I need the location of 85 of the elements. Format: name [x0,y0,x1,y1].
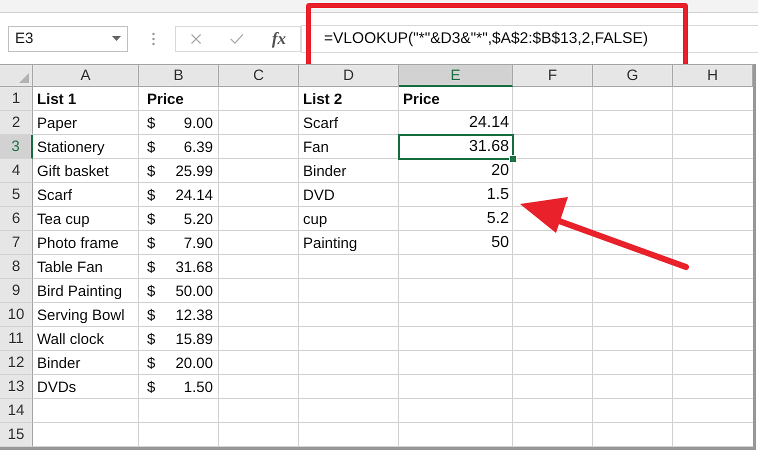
check-icon[interactable] [230,32,244,46]
cell-text: Fan [303,138,329,156]
currency-symbol: $ [147,354,156,372]
currency-symbol: $ [147,114,156,132]
column-header[interactable]: A [33,65,139,87]
row-header[interactable]: 5 [0,183,33,207]
selected-cell[interactable]: 31.68 [399,135,513,159]
cell-text: Binder [303,162,346,180]
cell-text: 6.39 [184,138,213,156]
column-header[interactable]: E [399,65,513,87]
row-header[interactable]: 6 [0,207,33,231]
column-header[interactable]: G [593,65,673,87]
cell-text: cup [303,210,328,228]
cell-text: Painting [303,234,358,252]
cell-text: Scarf [303,114,338,132]
row-header[interactable]: 15 [0,423,33,447]
currency-symbol: $ [147,234,156,252]
cell-text: Table Fan [37,258,103,276]
cell-text: 9.00 [184,114,213,132]
row-header[interactable]: 13 [0,375,33,399]
currency-symbol: $ [147,210,156,228]
cell-text: Paper [37,114,78,132]
row-header[interactable]: 7 [0,231,33,255]
fill-handle[interactable] [509,155,517,163]
select-all-corner[interactable] [0,65,33,87]
currency-symbol: $ [147,306,156,324]
cell-text: 12.38 [175,306,213,324]
cell-text: 20.00 [175,354,213,372]
cell-text: List 1 [37,90,76,108]
cell-text: Gift basket [37,162,109,180]
cell-text: 5.20 [184,210,213,228]
cell-text: 24.14 [175,186,213,204]
cell-text: Price [403,90,440,108]
insert-function-button[interactable]: fx [272,28,286,48]
cell-text: 50 [491,234,509,252]
cell-text: 5.2 [486,210,509,228]
column-header[interactable]: H [673,65,753,87]
cell-text: 31.68 [468,138,509,156]
row-header[interactable]: 12 [0,351,33,375]
row-header[interactable]: 14 [0,399,33,423]
currency-symbol: $ [147,330,156,348]
cell-text: Wall clock [37,330,104,348]
cell-text: Stationery [37,138,105,156]
row-header[interactable]: 11 [0,327,33,351]
name-box[interactable]: E3 [8,26,128,52]
row-header[interactable]: 10 [0,303,33,327]
row-header[interactable]: 8 [0,255,33,279]
cell-text: Tea cup [37,210,90,228]
currency-symbol: $ [147,258,156,276]
row-header[interactable]: 4 [0,159,33,183]
cell-text: 1.50 [184,378,213,396]
cell-text: 25.99 [175,162,213,180]
cell-text: 31.68 [175,258,213,276]
cell-text: 20 [491,162,509,180]
row-header[interactable]: 3 [0,135,33,159]
cell-text: Serving Bowl [37,306,125,324]
column-header[interactable]: C [219,65,299,87]
cell-text: 24.14 [468,114,509,132]
currency-symbol: $ [147,186,156,204]
cell-text: 15.89 [175,330,213,348]
cell-text: Bird Painting [37,282,122,300]
cell-text: Price [147,90,184,108]
column-header[interactable]: D [299,65,399,87]
cell-text: Photo frame [37,234,119,252]
cell-text: 7.90 [184,234,213,252]
column-header[interactable]: F [513,65,593,87]
currency-symbol: $ [147,378,156,396]
cell-text: 50.00 [175,282,213,300]
row-header[interactable]: 9 [0,279,33,303]
currency-symbol: $ [147,282,156,300]
row-header[interactable]: 2 [0,111,33,135]
corner-triangle-icon [19,73,29,83]
currency-symbol: $ [147,138,156,156]
cell-text: 1.5 [486,186,509,204]
caret-icon [112,36,121,41]
currency-symbol: $ [147,162,156,180]
cell-text: Binder [37,354,80,372]
cell-text: Scarf [37,186,72,204]
row-header[interactable]: 1 [0,87,33,111]
grip-icon [152,32,155,46]
column-header[interactable]: B [139,65,219,87]
cell-text: DVD [303,186,335,204]
cell-text: DVDs [37,378,76,396]
cell-text: List 2 [303,90,342,108]
formula-field[interactable]: =VLOOKUP("*"&D3&"*",$A$2:$B$13,2,FALSE) [301,24,758,52]
